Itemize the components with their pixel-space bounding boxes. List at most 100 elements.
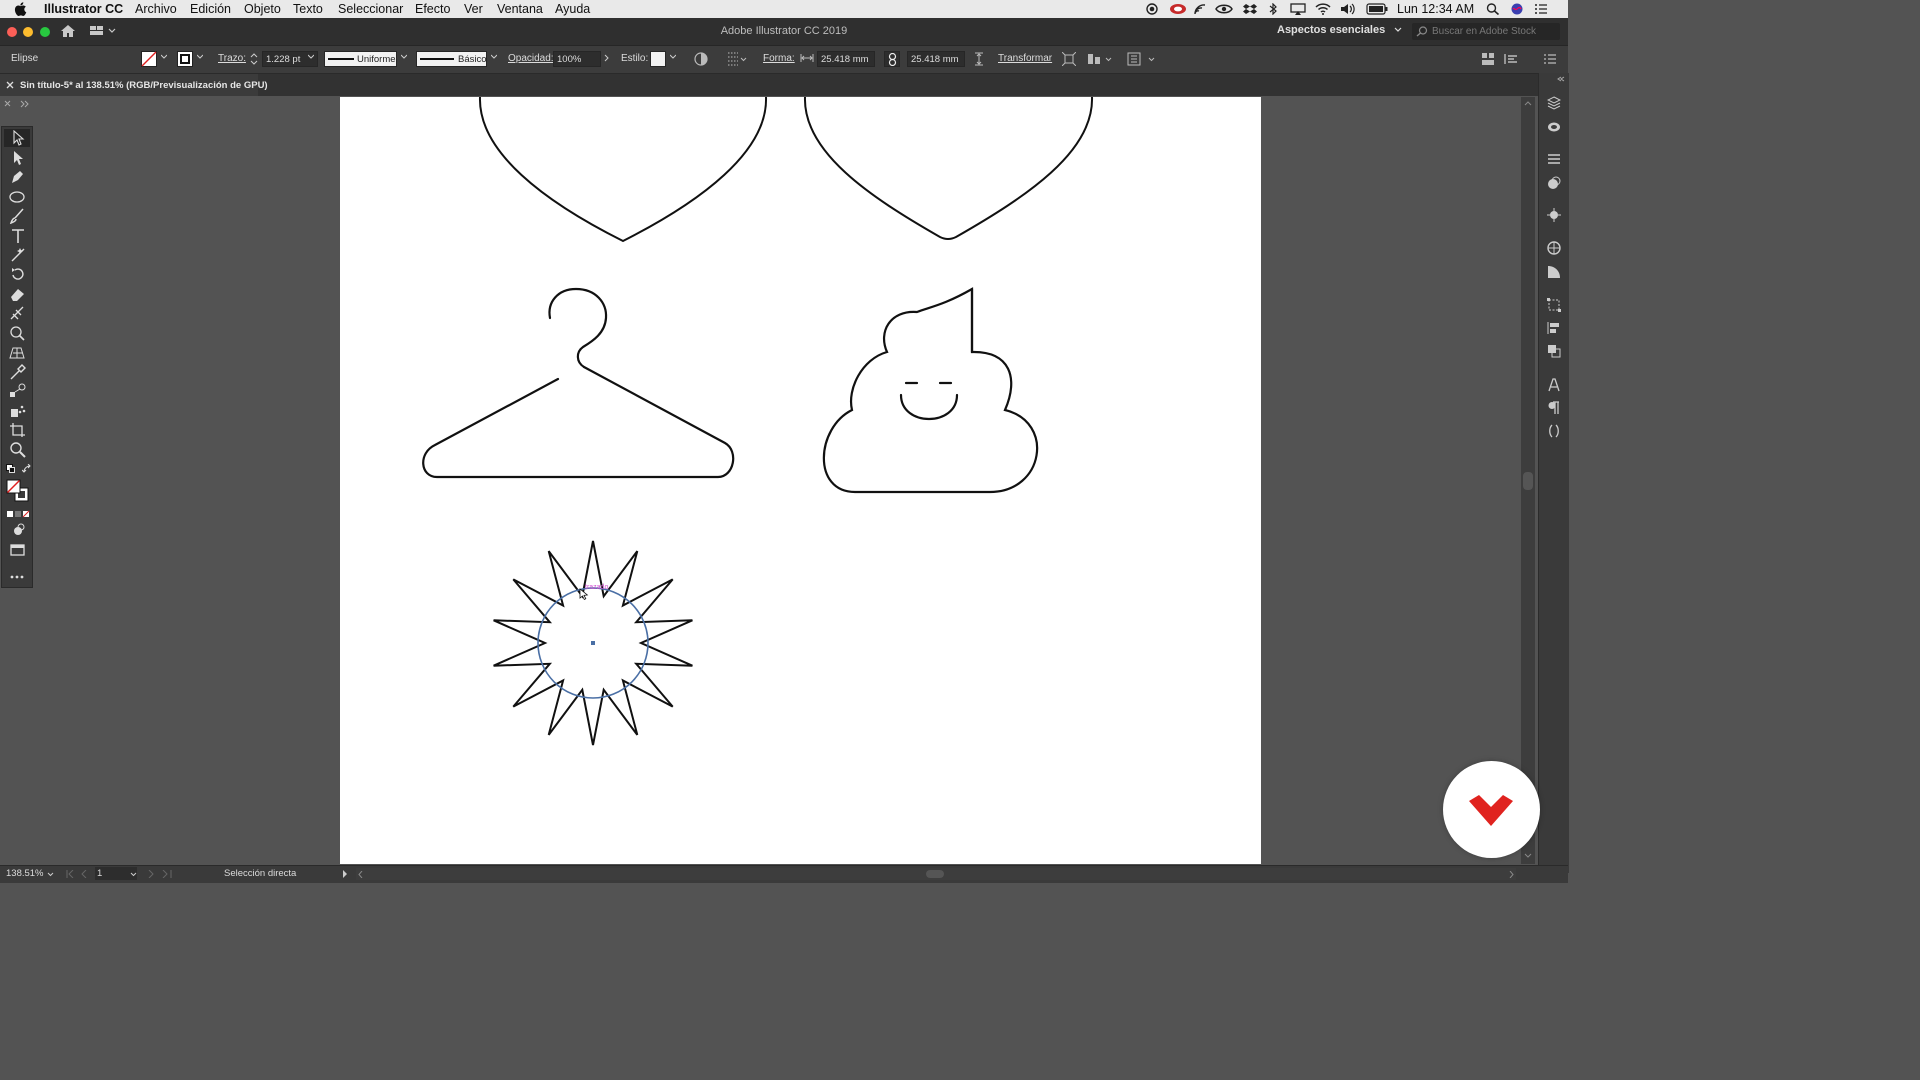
brush-definition[interactable]: Básico	[416, 51, 487, 67]
ellipse-tool-icon[interactable]	[9, 189, 27, 205]
transform-link[interactable]: Transformar	[998, 53, 1052, 64]
pen-tool-icon[interactable]	[9, 169, 27, 185]
distribute-options-icon[interactable]	[1127, 52, 1159, 66]
blend-tool-icon[interactable]	[9, 383, 27, 399]
menu-ver[interactable]: Ver	[464, 2, 483, 16]
workspace-switcher[interactable]: Aspectos esenciales	[1277, 24, 1402, 36]
line-segment-tool-icon[interactable]	[9, 247, 27, 263]
draw-mode-icon[interactable]	[9, 522, 27, 538]
vertical-scroll-thumb[interactable]	[1523, 472, 1533, 490]
swirl-face-shape[interactable]	[822, 287, 1039, 494]
eyedropper-tool-icon[interactable]	[9, 364, 27, 380]
bluetooth-icon[interactable]	[1266, 3, 1280, 15]
zoom-level[interactable]: 138.51%	[6, 868, 44, 879]
nvidia-icon[interactable]	[1215, 3, 1233, 15]
scroll-down-icon[interactable]	[1524, 853, 1532, 859]
constrain-proportions-toggle[interactable]	[884, 51, 900, 67]
selection-tool-icon[interactable]	[9, 130, 27, 146]
next-last-artboard-icon[interactable]	[146, 870, 172, 878]
menu-archivo[interactable]: Archivo	[135, 2, 177, 16]
scroll-up-icon[interactable]	[1524, 100, 1532, 106]
horizontal-scrollbar[interactable]	[356, 868, 1516, 880]
tools-collapse-icon[interactable]	[4, 100, 30, 108]
type-tool-icon[interactable]	[9, 228, 27, 244]
profile-chevron-icon[interactable]	[401, 54, 407, 60]
airplay-icon[interactable]	[1290, 3, 1306, 15]
align-options-icon[interactable]	[727, 52, 747, 66]
fill-dropdown-chevron-icon[interactable]	[161, 54, 167, 60]
stroke-weight-chevron-icon[interactable]	[308, 54, 314, 60]
menu-seleccionar[interactable]: Seleccionar	[338, 2, 403, 16]
stroke-panel-icon[interactable]	[1547, 152, 1561, 166]
stroke-dropdown-chevron-icon[interactable]	[197, 54, 203, 60]
dropbox-icon[interactable]	[1243, 3, 1257, 15]
menu-clock[interactable]: Lun 12:34 AM	[1397, 2, 1474, 16]
width-tool-icon[interactable]	[9, 305, 27, 321]
symbol-sprayer-tool-icon[interactable]	[9, 403, 27, 419]
stroke-swatch[interactable]	[177, 51, 193, 67]
layers-panel-icon[interactable]	[1547, 96, 1561, 110]
vertical-scrollbar[interactable]	[1521, 97, 1535, 864]
fill-stroke-indicator[interactable]	[6, 479, 30, 503]
rotate-tool-icon[interactable]	[9, 266, 27, 282]
isolate-object-icon[interactable]	[1062, 52, 1076, 66]
symbols-panel-icon[interactable]	[1547, 208, 1561, 222]
dock-expand-icon[interactable]	[1557, 76, 1565, 82]
menu-ayuda[interactable]: Ayuda	[555, 2, 590, 16]
zoom-chevron-icon[interactable]	[47, 872, 54, 877]
transform-panel-icon[interactable]	[1547, 298, 1561, 312]
menu-efecto[interactable]: Efecto	[415, 2, 450, 16]
opacity-input[interactable]: 100%	[553, 51, 601, 67]
menu-ventana[interactable]: Ventana	[497, 2, 543, 16]
properties-panel-icon[interactable]	[1504, 53, 1518, 65]
wifi-icon[interactable]	[1315, 3, 1331, 15]
screen-mode-icon[interactable]	[9, 542, 27, 558]
swap-colors-icon[interactable]	[22, 464, 32, 474]
close-tab-icon[interactable]	[6, 81, 14, 89]
paintbrush-tool-icon[interactable]	[9, 208, 27, 224]
scroll-right-icon[interactable]	[1509, 871, 1514, 878]
creative-cloud-icon[interactable]	[1169, 3, 1187, 15]
perspective-grid-tool-icon[interactable]	[9, 344, 27, 360]
recolor-artwork-icon[interactable]	[694, 52, 708, 66]
spotlight-search-icon[interactable]	[1486, 3, 1500, 15]
status-menu-arrow-icon[interactable]	[342, 870, 348, 878]
stroke-weight-label[interactable]: Trazo:	[218, 53, 246, 64]
pathfinder-panel-icon[interactable]	[1547, 344, 1561, 358]
arrange-panels-icon[interactable]	[1482, 53, 1494, 65]
artboard-chevron-icon[interactable]	[130, 872, 137, 877]
adobe-stock-search[interactable]: Buscar en Adobe Stock	[1412, 23, 1560, 40]
variable-width-profile[interactable]: Uniforme	[324, 51, 397, 67]
default-colors-icon[interactable]	[6, 464, 16, 473]
align-panel-icon[interactable]	[1547, 321, 1561, 335]
shape-width-input[interactable]: 25.418 mm	[817, 51, 875, 67]
stroke-weight-stepper[interactable]	[250, 52, 258, 66]
direct-selection-tool-icon[interactable]	[9, 150, 27, 166]
menu-objeto[interactable]: Objeto	[244, 2, 281, 16]
volume-icon[interactable]	[1340, 3, 1356, 15]
heart-shape-left[interactable]	[478, 97, 768, 243]
first-prev-artboard-icon[interactable]	[66, 870, 92, 878]
character-panel-icon[interactable]	[1547, 378, 1561, 392]
hanger-shape[interactable]	[422, 287, 735, 479]
color-guide-panel-icon[interactable]	[1547, 241, 1561, 255]
panel-menu-icon[interactable]	[1544, 54, 1556, 64]
zoom-tool-icon[interactable]	[9, 442, 27, 458]
shape-height-input[interactable]: 25.418 mm	[907, 51, 965, 67]
shape-builder-tool-icon[interactable]	[9, 325, 27, 341]
brush-chevron-icon[interactable]	[491, 54, 497, 60]
radar-icon[interactable]	[1193, 3, 1207, 15]
apple-icon[interactable]	[14, 1, 28, 17]
appearance-panel-icon[interactable]	[1547, 176, 1561, 190]
menu-app-name[interactable]: Illustrator CC	[44, 2, 123, 16]
heart-shape-right[interactable]	[803, 97, 1094, 240]
graphic-style-swatch[interactable]	[650, 51, 666, 67]
edit-toolbar-more-icon[interactable]	[9, 569, 27, 585]
document-tab[interactable]: Sin título-5* al 138.51% (RGB/Previsuali…	[0, 74, 268, 96]
align-to-icon[interactable]	[1087, 52, 1115, 66]
record-icon[interactable]	[1145, 3, 1159, 15]
notification-center-icon[interactable]	[1534, 3, 1548, 15]
menu-texto[interactable]: Texto	[293, 2, 323, 16]
opentype-panel-icon[interactable]	[1547, 424, 1561, 438]
paragraph-panel-icon[interactable]	[1547, 401, 1561, 415]
